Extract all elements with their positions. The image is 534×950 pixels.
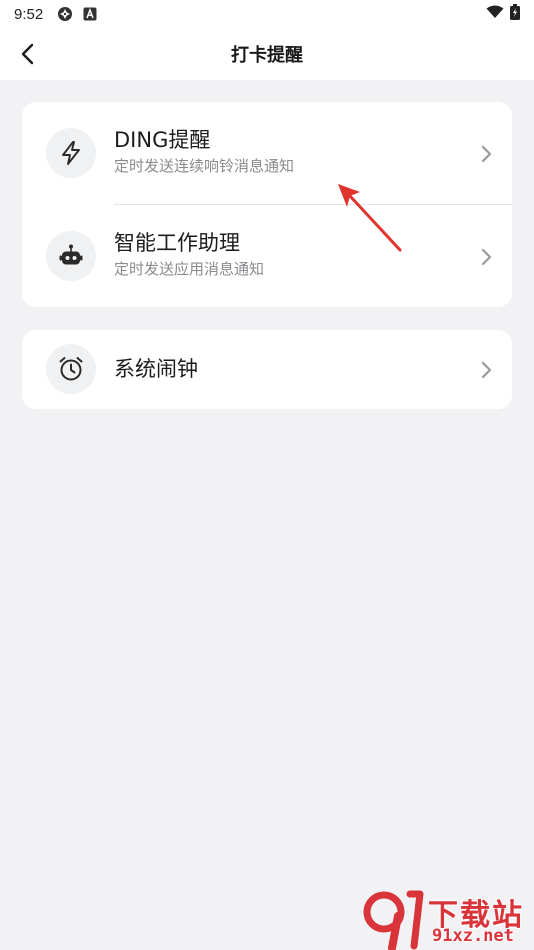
wifi-icon [486, 5, 504, 23]
system-alarm-item[interactable]: 系统闹钟 [22, 330, 512, 409]
smart-work-assistant-item[interactable]: 智能工作助理 定时发送应用消息通知 [22, 205, 512, 307]
item-title: 系统闹钟 [114, 357, 198, 381]
chevron-right-icon [481, 361, 492, 379]
watermark-logo-icon [363, 890, 424, 950]
status-time: 9:52 [14, 5, 44, 23]
item-subtitle: 定时发送连续响铃消息通知 [114, 157, 295, 175]
item-subtitle: 定时发送应用消息通知 [114, 260, 265, 278]
smart-work-assistant-text: 智能工作助理 定时发送应用消息通知 [114, 229, 264, 280]
battery-charging-icon [510, 4, 520, 24]
chevron-right-icon [481, 145, 492, 163]
reminder-settings-card: DING提醒 定时发送连续响铃消息通知 智能工作助理 定时发送应用消息通知 [22, 102, 512, 307]
chevron-right-icon [481, 248, 492, 266]
robot-icon [46, 231, 96, 281]
status-bar: 9:52 [0, 0, 534, 28]
item-title: DING提醒 [114, 128, 211, 152]
lightning-icon [46, 128, 96, 178]
watermark: 下载站 91xz.net [362, 888, 534, 950]
top-app-bar: 打卡提醒 [0, 28, 534, 80]
a-badge-icon [83, 7, 97, 21]
page-title: 打卡提醒 [231, 45, 303, 66]
item-title: 智能工作助理 [114, 231, 240, 255]
back-arrow-icon[interactable] [14, 40, 42, 68]
watermark-domain: 91xz.net [432, 926, 514, 946]
system-alarm-text: 系统闹钟 [114, 355, 198, 383]
ding-reminder-text: DING提醒 定时发送连续响铃消息通知 [114, 126, 294, 177]
annotation-arrow-icon [338, 184, 402, 252]
aperture-icon [57, 6, 73, 22]
ding-reminder-item[interactable]: DING提醒 定时发送连续响铃消息通知 [22, 102, 512, 204]
alarm-clock-icon [46, 344, 96, 394]
system-alarm-card: 系统闹钟 [22, 330, 512, 409]
